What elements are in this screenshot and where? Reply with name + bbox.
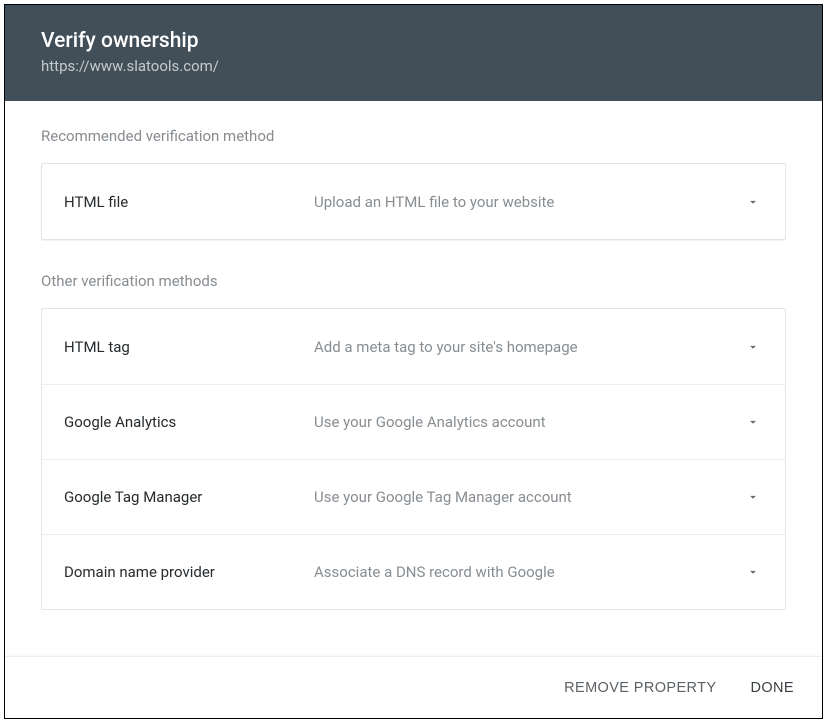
other-section-label: Other verification methods xyxy=(41,272,786,290)
done-button[interactable]: DONE xyxy=(751,680,795,696)
dialog-footer: REMOVE PROPERTY DONE xyxy=(5,656,822,718)
method-title: HTML tag xyxy=(64,338,314,356)
method-title: Google Tag Manager xyxy=(64,488,314,506)
method-desc: Use your Google Tag Manager account xyxy=(314,488,743,506)
method-title: HTML file xyxy=(64,193,314,211)
method-desc: Add a meta tag to your site's homepage xyxy=(314,338,743,356)
method-title: Google Analytics xyxy=(64,413,314,431)
recommended-panel: HTML file Upload an HTML file to your we… xyxy=(41,163,786,240)
dialog-title: Verify ownership xyxy=(41,29,786,53)
chevron-down-icon xyxy=(743,487,763,507)
method-google-tag-manager[interactable]: Google Tag Manager Use your Google Tag M… xyxy=(42,459,785,534)
remove-property-button[interactable]: REMOVE PROPERTY xyxy=(564,680,716,696)
dialog-header: Verify ownership https://www.slatools.co… xyxy=(5,5,822,101)
method-html-tag[interactable]: HTML tag Add a meta tag to your site's h… xyxy=(42,309,785,384)
verify-ownership-dialog: Verify ownership https://www.slatools.co… xyxy=(4,4,823,719)
method-desc: Use your Google Analytics account xyxy=(314,413,743,431)
dialog-content: Recommended verification method HTML fil… xyxy=(5,101,822,656)
method-domain-name-provider[interactable]: Domain name provider Associate a DNS rec… xyxy=(42,534,785,609)
chevron-down-icon xyxy=(743,192,763,212)
method-desc: Upload an HTML file to your website xyxy=(314,193,743,211)
other-panel: HTML tag Add a meta tag to your site's h… xyxy=(41,308,786,610)
dialog-subtitle: https://www.slatools.com/ xyxy=(41,57,786,75)
method-title: Domain name provider xyxy=(64,563,314,581)
chevron-down-icon xyxy=(743,562,763,582)
recommended-section-label: Recommended verification method xyxy=(41,127,786,145)
chevron-down-icon xyxy=(743,337,763,357)
chevron-down-icon xyxy=(743,412,763,432)
method-google-analytics[interactable]: Google Analytics Use your Google Analyti… xyxy=(42,384,785,459)
method-html-file[interactable]: HTML file Upload an HTML file to your we… xyxy=(42,164,785,239)
method-desc: Associate a DNS record with Google xyxy=(314,563,743,581)
